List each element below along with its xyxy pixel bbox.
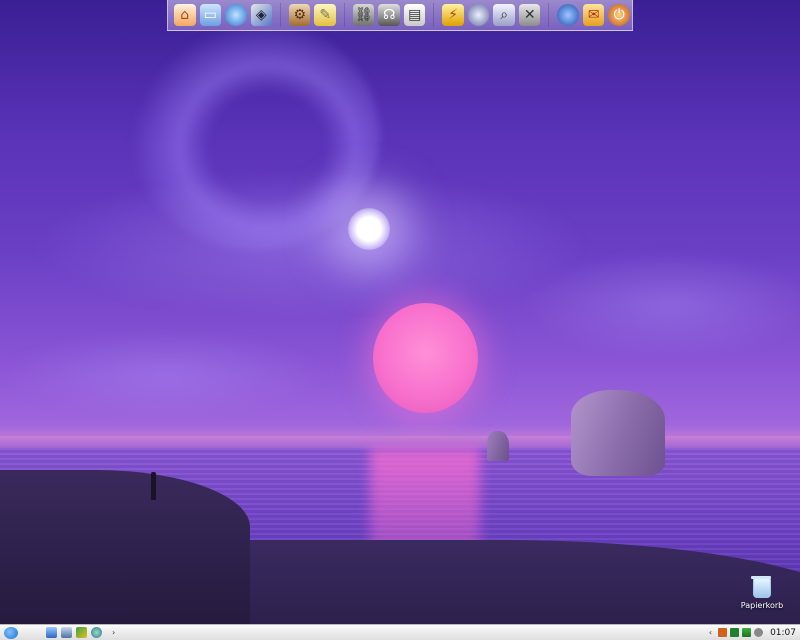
rock-big	[571, 390, 665, 476]
taskbar-clock[interactable]: 01:07	[770, 628, 796, 638]
dock-separator	[548, 3, 550, 27]
presentation-icon[interactable]: ▤	[403, 4, 426, 26]
white-sun	[348, 208, 390, 250]
dock-separator	[433, 3, 435, 27]
cloud-band	[30, 170, 590, 320]
rock-small	[487, 431, 509, 461]
quick-launch	[46, 627, 106, 638]
cloud-left-low	[0, 330, 330, 420]
desktop-icon[interactable]	[46, 627, 57, 638]
globe-icon[interactable]	[225, 4, 247, 26]
shield-icon[interactable]: ◈	[250, 4, 272, 26]
tray-expand-arrow[interactable]: ‹	[709, 628, 712, 637]
cloud-right	[520, 250, 800, 360]
planet-icon[interactable]	[557, 4, 579, 26]
folder-icon[interactable]: ▭	[199, 4, 221, 26]
magnifier-icon[interactable]: ⌕	[493, 4, 515, 26]
trash-label: Papierkorb	[740, 601, 784, 610]
taskbar: › ‹ 01:07	[0, 624, 800, 640]
quick-launch-chevron[interactable]: ›	[112, 628, 115, 637]
network-icon[interactable]: ⛓	[352, 4, 375, 26]
shore-left	[0, 470, 250, 624]
top-dock: ⌂ ▭ ◈ ⚙ ✎ ⛓ ☊ ▤ ⚡ ⌕ ✕ ✉ ⏻	[167, 0, 633, 31]
lightning-icon[interactable]: ⚡	[442, 4, 464, 26]
desktop[interactable]: Papierkorb	[0, 0, 800, 624]
globe-icon[interactable]	[91, 627, 102, 638]
home-icon[interactable]: ⌂	[174, 4, 196, 26]
trash-icon	[751, 576, 771, 598]
system-tray: ‹ 01:07	[709, 625, 800, 640]
shield-tray-icon[interactable]	[754, 628, 764, 637]
mail-icon[interactable]: ✉	[582, 4, 605, 26]
cat-icon[interactable]	[718, 628, 728, 637]
pink-sun	[373, 303, 478, 413]
search-person-icon[interactable]: ☊	[378, 4, 400, 26]
desktop-icon-trash[interactable]: Papierkorb	[740, 576, 784, 610]
disk-icon[interactable]	[467, 4, 490, 26]
dock-separator	[343, 3, 345, 27]
window-icon[interactable]	[61, 627, 72, 638]
settings-icon[interactable]: ⚙	[288, 4, 311, 26]
power-icon[interactable]: ⏻	[608, 4, 630, 26]
start-button[interactable]	[4, 626, 18, 639]
person-silhouette	[151, 472, 156, 500]
notepad-icon[interactable]: ✎	[314, 4, 336, 26]
puzzle-icon[interactable]	[76, 627, 87, 638]
green-square-icon[interactable]	[730, 628, 740, 637]
tools-icon[interactable]: ✕	[518, 4, 541, 26]
dock-separator	[280, 3, 281, 27]
arrows-icon[interactable]	[742, 628, 752, 637]
